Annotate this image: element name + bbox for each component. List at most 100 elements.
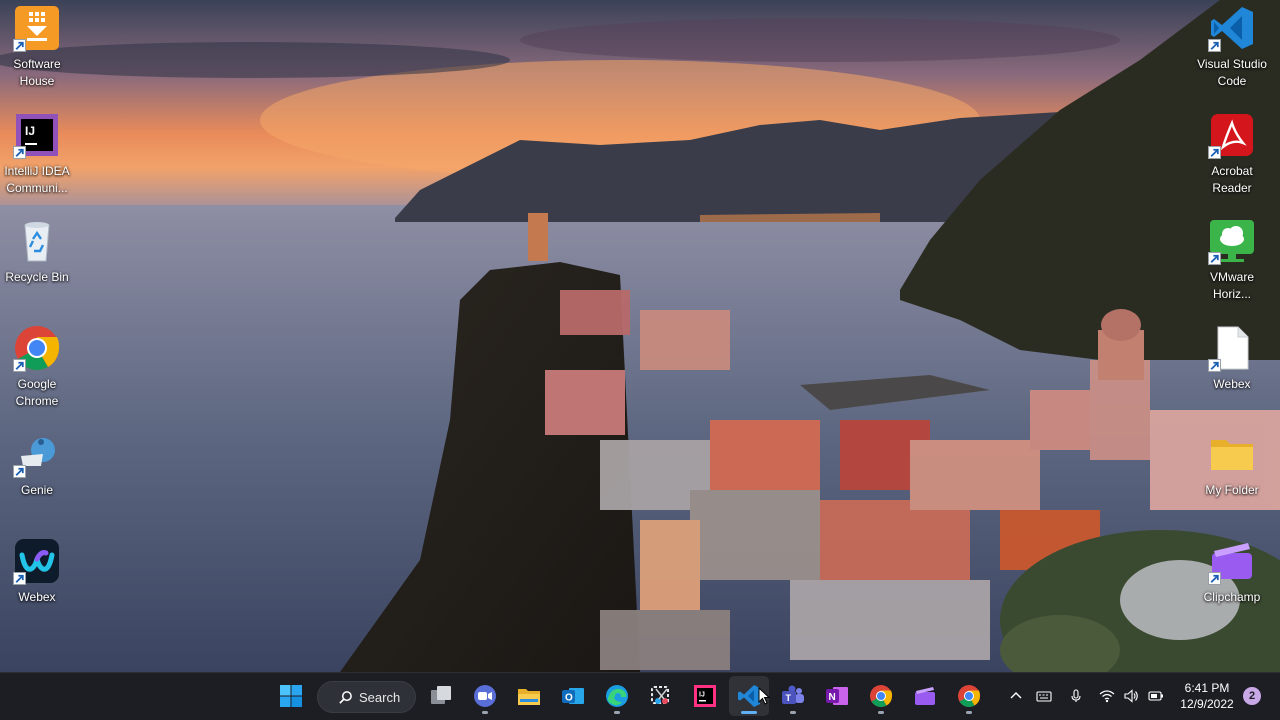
tray-microphone-button[interactable] [1067, 686, 1085, 706]
taskbar-chrome-button[interactable] [861, 676, 901, 716]
desktop-icon-intellij[interactable]: IJ IntelliJ IDEA Communi... [0, 111, 74, 196]
folder-icon [1208, 430, 1256, 478]
desktop-icon-label: Visual Studio Code [1197, 57, 1267, 88]
zoom-icon [474, 685, 496, 707]
task-view-icon [431, 686, 451, 704]
battery-icon [1148, 691, 1163, 701]
svg-text:N: N [829, 692, 836, 703]
clock-date: 12/9/2022 [1180, 697, 1234, 711]
svg-text:IJ: IJ [25, 124, 35, 138]
desktop-icon-webex[interactable]: Webex [0, 537, 74, 606]
desktop-icon-label: My Folder [1205, 483, 1259, 497]
desktop-icon-label: Webex [18, 590, 56, 604]
taskbar-edge-button[interactable] [597, 676, 637, 716]
taskbar-chrome-2-button[interactable] [949, 676, 989, 716]
shortcut-arrow-icon [1208, 146, 1221, 159]
desktop-icon-label: Recycle Bin [5, 270, 69, 284]
taskbar-teams-button[interactable]: T [773, 676, 813, 716]
desktop-icon-label: Google Chrome [15, 377, 59, 408]
desktop-icon-label: VMware Horiz... [1209, 270, 1254, 301]
file-explorer-icon [518, 689, 540, 705]
snipping-tool-icon [651, 686, 669, 704]
desktop-icon-clipchamp[interactable]: Clipchamp [1195, 537, 1269, 606]
google-chrome-icon [13, 324, 61, 372]
desktop-icon-acrobat-reader[interactable]: Acrobat Reader [1195, 111, 1269, 196]
shortcut-arrow-icon [1208, 252, 1221, 265]
desktop-icon-my-folder[interactable]: My Folder [1195, 430, 1269, 499]
taskbar-zoom-button[interactable] [465, 676, 505, 716]
desktop-icon-vmware-horizon[interactable]: VMware Horiz... [1195, 217, 1269, 302]
taskbar-clipchamp-button[interactable] [905, 676, 945, 716]
intellij-idea-icon: IJ [694, 685, 716, 707]
mouse-cursor-icon [758, 687, 770, 705]
taskbar [0, 672, 1280, 720]
svg-text:T: T [786, 693, 792, 703]
google-chrome-icon [870, 685, 893, 707]
desktop-icon-label: Genie [20, 483, 54, 497]
intellij-idea-icon: IJ [13, 111, 61, 159]
desktop-icon-label: Software House [13, 57, 61, 88]
shortcut-arrow-icon [13, 359, 26, 372]
tray-keyboard-button[interactable] [1035, 686, 1053, 706]
desktop-icon-software-house[interactable]: Software House [0, 4, 74, 89]
taskbar-start-button[interactable] [271, 676, 311, 716]
desktop-icon-label: Webex [1213, 377, 1251, 391]
desktop-icon-label: Clipchamp [1203, 590, 1261, 604]
search-icon [339, 690, 352, 704]
svg-text:O: O [565, 693, 573, 704]
webex-icon [13, 537, 61, 585]
desktop-icon-label: Acrobat Reader [1211, 164, 1253, 195]
acrobat-reader-icon [1208, 111, 1256, 159]
desktop-icon-label: IntelliJ IDEA Communi... [4, 164, 70, 195]
desktop-wallpaper [0, 0, 1280, 672]
tray-battery-button[interactable] [1146, 686, 1166, 706]
shortcut-arrow-icon [13, 465, 26, 478]
tray-clock[interactable]: 6:41 PM 12/9/2022 [1176, 680, 1238, 712]
recycle-bin-icon [13, 217, 61, 265]
running-indicator [741, 711, 757, 714]
wifi-icon [1099, 690, 1115, 703]
desktop-icon-genie[interactable]: Genie [0, 430, 74, 499]
taskbar-outlook-button[interactable]: O [553, 676, 593, 716]
taskbar-intellij-button[interactable]: IJ [685, 676, 725, 716]
file-icon [1208, 324, 1256, 372]
taskbar-file-explorer-button[interactable] [509, 676, 549, 716]
tray-volume-button[interactable] [1122, 686, 1140, 706]
desktop-icon-recycle-bin[interactable]: Recycle Bin [0, 217, 74, 286]
search-label: Search [359, 689, 401, 705]
tray-overflow-button[interactable] [1007, 686, 1025, 706]
keyboard-icon [1036, 691, 1052, 702]
notification-badge[interactable]: 2 [1243, 687, 1261, 705]
running-indicator [614, 711, 620, 714]
genie-icon [13, 430, 61, 478]
taskbar-task-view-button[interactable] [421, 676, 461, 716]
edge-icon [606, 685, 628, 707]
windows-start-icon [280, 685, 302, 707]
running-indicator [482, 711, 488, 714]
clipchamp-icon [1208, 537, 1256, 585]
running-indicator [878, 711, 884, 714]
shortcut-arrow-icon [1208, 359, 1221, 372]
running-indicator [966, 711, 972, 714]
volume-icon [1124, 689, 1138, 703]
svg-text:IJ: IJ [699, 692, 705, 699]
tray-wifi-button[interactable] [1098, 686, 1116, 706]
running-indicator [790, 711, 796, 714]
taskbar-search-box[interactable]: Search [317, 681, 416, 713]
taskbar-onenote-button[interactable]: N [817, 676, 857, 716]
shortcut-arrow-icon [1208, 572, 1221, 585]
onenote-icon: N [826, 687, 848, 705]
desktop-icon-google-chrome[interactable]: Google Chrome [0, 324, 74, 409]
shortcut-arrow-icon [13, 572, 26, 585]
taskbar-snipping-tool-button[interactable] [641, 676, 681, 716]
chevron-up-icon [1010, 692, 1022, 699]
shortcut-arrow-icon [1208, 39, 1221, 52]
vmware-horizon-icon [1208, 217, 1256, 265]
shortcut-arrow-icon [13, 146, 26, 159]
clipchamp-icon [915, 687, 935, 705]
software-house-icon [13, 4, 61, 52]
google-chrome-icon [958, 685, 981, 707]
desktop-icon-vscode[interactable]: Visual Studio Code [1195, 4, 1269, 89]
desktop-icon-webex-file[interactable]: Webex [1195, 324, 1269, 393]
shortcut-arrow-icon [13, 39, 26, 52]
